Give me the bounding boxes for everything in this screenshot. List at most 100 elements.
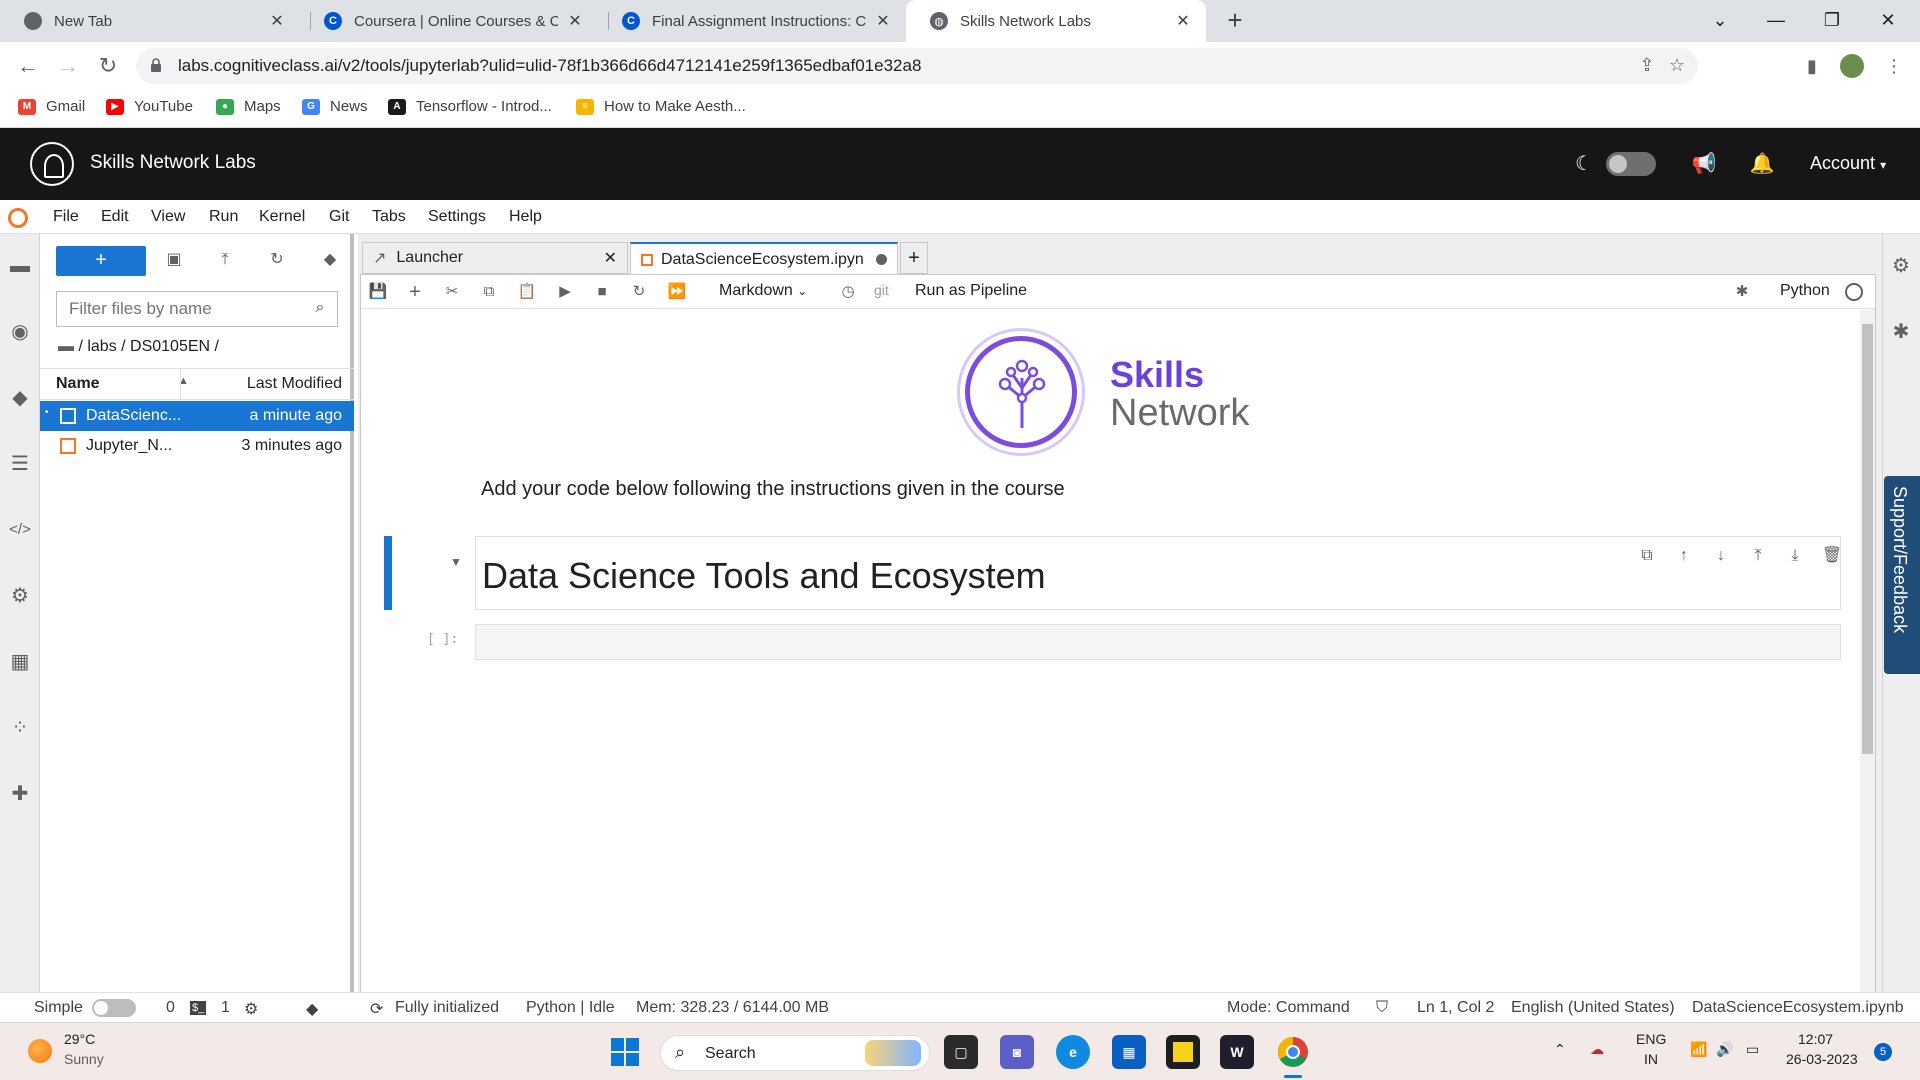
fast-forward-icon[interactable]: ⏩ [666, 281, 688, 303]
bookmark-gmail[interactable]: M Gmail [18, 98, 85, 115]
tab-notebook[interactable]: DataScienceEcosystem.ipyn [630, 242, 898, 275]
clock-time[interactable]: 12:07 [1798, 1031, 1833, 1047]
battery-icon[interactable]: ▭ [1746, 1041, 1759, 1058]
collapse-heading-icon[interactable]: ▼ [450, 555, 462, 569]
skills-network-logo[interactable] [30, 142, 74, 186]
clock-date[interactable]: 26-03-2023 [1786, 1051, 1858, 1067]
add-tab-button[interactable]: + [900, 242, 928, 274]
insert-cell-icon[interactable]: + [404, 281, 426, 303]
chevron-up-icon[interactable]: ⌃ [1554, 1041, 1566, 1058]
megaphone-icon[interactable]: 📢 [1690, 150, 1718, 178]
close-window-button[interactable]: ✕ [1860, 0, 1916, 42]
task-view-icon[interactable]: ▢ [944, 1035, 978, 1069]
clock-icon[interactable]: ◷ [837, 281, 859, 303]
close-icon[interactable]: ✕ [874, 11, 892, 31]
bookmark-aesthetic[interactable]: ≡ How to Make Aesth... [576, 98, 746, 115]
active-cell-collapser[interactable] [384, 536, 392, 610]
paste-icon[interactable]: 📋 [516, 281, 538, 303]
file-row[interactable]: Jupyter_N... 3 minutes ago [40, 431, 354, 461]
table-of-contents-icon[interactable]: ☰ [8, 452, 32, 476]
unsaved-dot-icon[interactable] [876, 254, 887, 265]
menu-file[interactable]: File [53, 208, 79, 226]
support-feedback-button[interactable]: Support/Feedback [1884, 476, 1920, 674]
insert-above-icon[interactable]: ⤒ [1747, 545, 1769, 567]
run-as-pipeline-button[interactable]: Run as Pipeline [915, 282, 1027, 300]
filter-files-input[interactable]: Filter files by name ⌕ [56, 291, 338, 327]
side-panel-icon[interactable]: ▮ [1796, 50, 1828, 82]
wifi-icon[interactable]: 📶 [1690, 1041, 1707, 1058]
restart-icon[interactable]: ↻ [628, 281, 650, 303]
trusted-icon[interactable]: ⛉ [1376, 999, 1388, 1017]
scrollbar-thumb[interactable] [1862, 324, 1873, 754]
kernel-name[interactable]: Python [1780, 282, 1830, 300]
teams-chat-icon[interactable]: ◙ [1000, 1035, 1034, 1069]
weather-temperature[interactable]: 29°C [64, 1031, 95, 1047]
sticky-notes-icon[interactable] [1166, 1035, 1200, 1069]
back-arrow-icon[interactable]: ← [14, 52, 42, 80]
column-last-modified[interactable]: Last Modified [247, 375, 342, 393]
bookmark-star-icon[interactable]: ☆ [1666, 55, 1688, 77]
new-launcher-button[interactable]: + [56, 246, 146, 276]
menu-kernel[interactable]: Kernel [259, 208, 305, 226]
save-icon[interactable]: 💾 [367, 281, 389, 303]
extensions-icon[interactable]: ✚ [8, 782, 32, 806]
address-bar[interactable]: labs.cognitiveclass.ai/v2/tools/jupyterl… [136, 48, 1698, 84]
bell-icon[interactable]: 🔔 [1748, 150, 1776, 178]
terminal-count[interactable]: 0 [166, 999, 175, 1017]
git-icon[interactable]: ◆ [8, 386, 32, 410]
display-language[interactable]: English (United States) [1511, 999, 1675, 1017]
account-menu[interactable]: Account ▾ [1810, 153, 1886, 174]
weather-condition[interactable]: Sunny [64, 1051, 104, 1067]
store-icon[interactable]: ▦ [1112, 1035, 1146, 1069]
profile-avatar[interactable] [1836, 50, 1868, 82]
minimize-button[interactable]: — [1748, 0, 1804, 42]
taskbar-search[interactable]: ⌕ Search [660, 1035, 930, 1071]
forward-arrow-icon[interactable]: → [54, 52, 82, 80]
code-cell-editor[interactable] [475, 624, 1841, 660]
close-icon[interactable]: ✕ [268, 11, 286, 31]
edge-icon[interactable]: e [1056, 1035, 1090, 1069]
menu-settings[interactable]: Settings [428, 208, 486, 226]
cut-icon[interactable]: ✂ [441, 281, 463, 303]
pipeline-icon[interactable]: ▦ [8, 650, 32, 674]
simple-mode-toggle[interactable] [92, 999, 136, 1017]
volume-icon[interactable]: 🔊 [1716, 1041, 1733, 1058]
chrome-taskbar-icon[interactable] [1276, 1035, 1310, 1069]
close-icon[interactable]: ✕ [566, 11, 584, 31]
cursor-position[interactable]: Ln 1, Col 2 [1417, 999, 1494, 1017]
restore-button[interactable]: ❐ [1804, 0, 1860, 42]
share-icon[interactable]: ⇪ [1636, 55, 1658, 77]
kernel-count[interactable]: 1 [221, 999, 230, 1017]
move-up-icon[interactable]: ↑ [1673, 545, 1695, 567]
running-sessions-icon[interactable]: ◉ [8, 320, 32, 344]
git-diff-button[interactable]: git [874, 282, 889, 298]
menu-git[interactable]: Git [329, 208, 349, 226]
code-icon[interactable]: </> [8, 518, 32, 542]
debugger-icon[interactable]: ✱ [1889, 320, 1913, 344]
menu-view[interactable]: View [151, 208, 185, 226]
delete-cell-icon[interactable]: 🗑 [1821, 545, 1843, 567]
reload-icon[interactable]: ↻ [94, 52, 122, 80]
insert-below-icon[interactable]: ⤓ [1784, 545, 1806, 567]
webex-icon[interactable]: W [1220, 1035, 1254, 1069]
copy-icon[interactable]: ⧉ [478, 281, 500, 303]
new-folder-icon[interactable]: ▣ [162, 248, 186, 272]
git-status-icon[interactable]: ◆ [306, 999, 318, 1019]
duplicate-cell-icon[interactable]: ⧉ [1636, 545, 1658, 567]
refresh-icon[interactable]: ↻ [265, 248, 289, 272]
column-name[interactable]: Name [56, 375, 100, 393]
menu-run[interactable]: Run [209, 208, 238, 226]
tab-launcher[interactable]: ↗ Launcher ✕ [362, 242, 628, 274]
close-icon[interactable]: ✕ [1174, 11, 1192, 31]
windows-start-icon[interactable] [608, 1035, 642, 1069]
property-inspector-icon[interactable]: ⚙ [8, 584, 32, 608]
input-region[interactable]: IN [1644, 1051, 1658, 1067]
run-icon[interactable]: ▶ [554, 281, 576, 303]
git-clone-icon[interactable]: ◆ [318, 248, 342, 272]
bookmark-news[interactable]: G News [302, 98, 368, 115]
property-inspector-icon[interactable]: ⚙ [1889, 254, 1913, 278]
breadcrumb-path[interactable]: / labs / DS0105EN / [78, 338, 219, 355]
file-row[interactable]: • DataScienc... a minute ago [40, 401, 354, 431]
tab-search-icon[interactable]: ⌄ [1692, 0, 1748, 42]
stop-icon[interactable]: ■ [591, 281, 613, 303]
